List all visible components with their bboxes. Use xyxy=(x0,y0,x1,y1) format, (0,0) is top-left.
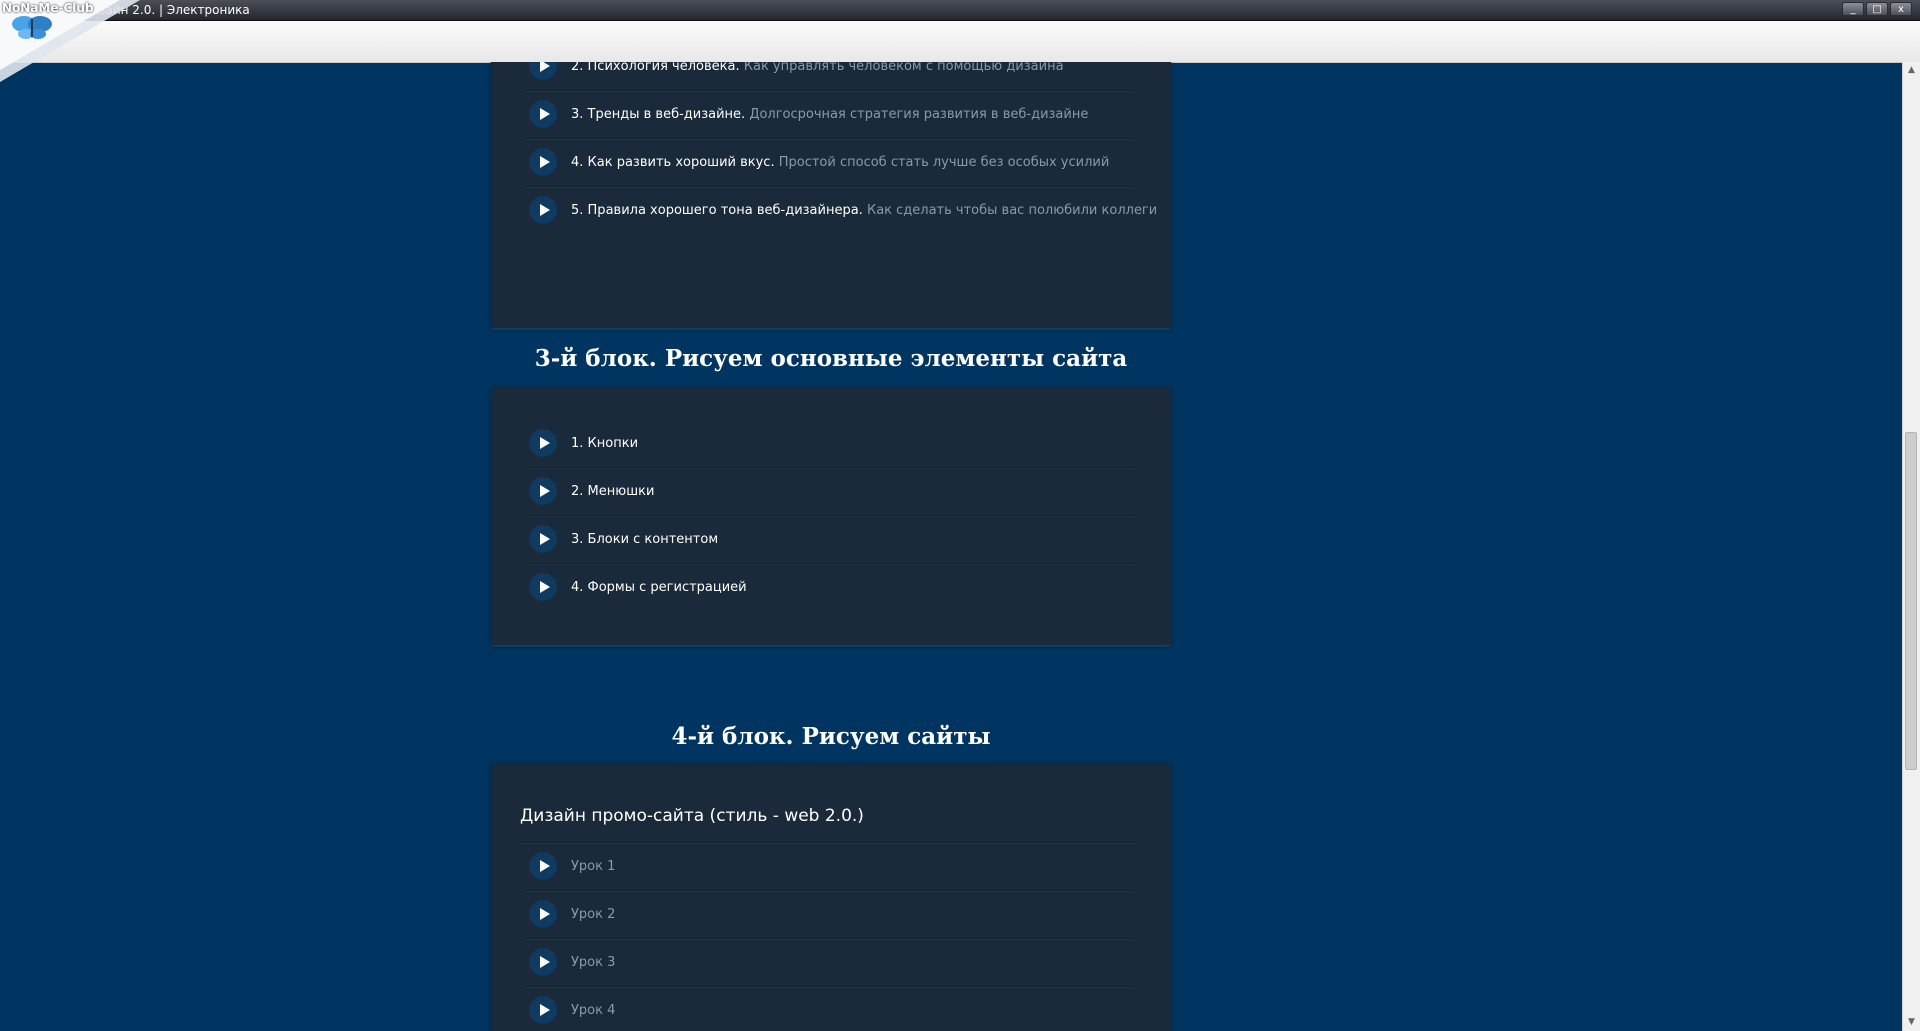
play-icon[interactable] xyxy=(529,900,557,928)
play-icon[interactable] xyxy=(529,573,557,601)
vertical-scrollbar[interactable]: ▲ ▼ xyxy=(1902,62,1920,1031)
lesson-title: 4. Как развить хороший вкус. xyxy=(571,154,775,170)
lesson-item[interactable]: 4. Формы с регистрацией xyxy=(525,563,1135,611)
lesson-title: 3. Тренды в веб-дизайне. xyxy=(571,106,746,122)
lesson-item[interactable]: 2. Психология человека. Как управлять че… xyxy=(525,62,1135,91)
logo-corner: NoNaMe-Club xyxy=(0,0,140,82)
play-icon[interactable] xyxy=(529,100,557,128)
block3-heading: 3-й блок. Рисуем основные элементы сайта xyxy=(534,345,1128,372)
block4-panel: Дизайн промо-сайта (стиль - web 2.0.) Ур… xyxy=(491,764,1171,1031)
play-icon[interactable] xyxy=(529,148,557,176)
scroll-up-icon[interactable]: ▲ xyxy=(1903,62,1920,79)
play-icon[interactable] xyxy=(529,525,557,553)
lesson-title: 3. Блоки с контентом xyxy=(571,531,719,547)
scroll-down-icon[interactable]: ▼ xyxy=(1903,1014,1920,1031)
play-icon[interactable] xyxy=(529,996,557,1024)
block2-panel: 2. Психология человека. Как управлять че… xyxy=(491,62,1171,330)
lesson-title: Урок 2 xyxy=(571,906,616,922)
play-icon[interactable] xyxy=(529,948,557,976)
window-titlebar: дизайн 2.0. | Электроника _ □ x xyxy=(0,0,1920,21)
page-content: 2. Психология человека. Как управлять че… xyxy=(0,62,1903,1031)
lesson-item[interactable]: Урок 2 xyxy=(525,890,1135,939)
close-icon[interactable]: x xyxy=(1890,2,1912,16)
scroll-thumb[interactable] xyxy=(1905,432,1917,770)
lesson-item[interactable]: Урок 1 xyxy=(525,842,1135,891)
lesson-title: 2. Менюшки xyxy=(571,483,655,499)
play-icon[interactable] xyxy=(529,62,557,80)
lesson-title: 4. Формы с регистрацией xyxy=(571,579,747,595)
browser-toolbar xyxy=(0,21,1920,63)
lesson-item[interactable]: 5. Правила хорошего тона веб-дизайнера. … xyxy=(525,186,1157,234)
lesson-item[interactable]: 2. Менюшки xyxy=(525,467,1135,516)
lesson-title: Урок 4 xyxy=(571,1002,616,1018)
window-controls: _ □ x xyxy=(1842,2,1912,16)
lesson-item[interactable]: Урок 4 xyxy=(525,986,1135,1031)
lesson-item[interactable]: 4. Как развить хороший вкус. Простой спо… xyxy=(525,138,1135,187)
logo-text[interactable]: NoNaMe-Club xyxy=(2,1,94,15)
play-icon[interactable] xyxy=(529,196,557,224)
subsection-title: Дизайн промо-сайта (стиль - web 2.0.) xyxy=(520,806,864,826)
lesson-item[interactable]: Урок 3 xyxy=(525,938,1135,987)
lesson-title: 1. Кнопки xyxy=(571,435,639,451)
play-icon[interactable] xyxy=(529,852,557,880)
block4-heading: 4-й блок. Рисуем сайты xyxy=(671,723,991,750)
play-icon[interactable] xyxy=(529,477,557,505)
lesson-item[interactable]: 1. Кнопки xyxy=(525,419,1135,468)
lesson-item[interactable]: 3. Тренды в веб-дизайне. Долгосрочная ст… xyxy=(525,90,1135,139)
play-icon[interactable] xyxy=(529,429,557,457)
block3-panel: 1. Кнопки 2. Менюшки 3. Блоки с контенто… xyxy=(491,387,1171,647)
lesson-title: 5. Правила хорошего тона веб-дизайнера. xyxy=(571,202,863,218)
lesson-item[interactable]: 3. Блоки с контентом xyxy=(525,515,1135,564)
lesson-title: 2. Психология человека. xyxy=(571,62,740,74)
minimize-icon[interactable]: _ xyxy=(1842,2,1864,16)
lesson-subtitle: Как сделать чтобы вас полюбили коллеги xyxy=(866,202,1158,218)
lesson-title: Урок 1 xyxy=(571,858,616,874)
maximize-icon[interactable]: □ xyxy=(1866,2,1888,16)
lesson-subtitle: Долгосрочная стратегия развития в веб-ди… xyxy=(749,106,1089,122)
lesson-subtitle: Как управлять человеком с помощью дизайн… xyxy=(743,62,1064,74)
lesson-title: Урок 3 xyxy=(571,954,616,970)
lesson-subtitle: Простой способ стать лучше без особых ус… xyxy=(778,154,1110,170)
